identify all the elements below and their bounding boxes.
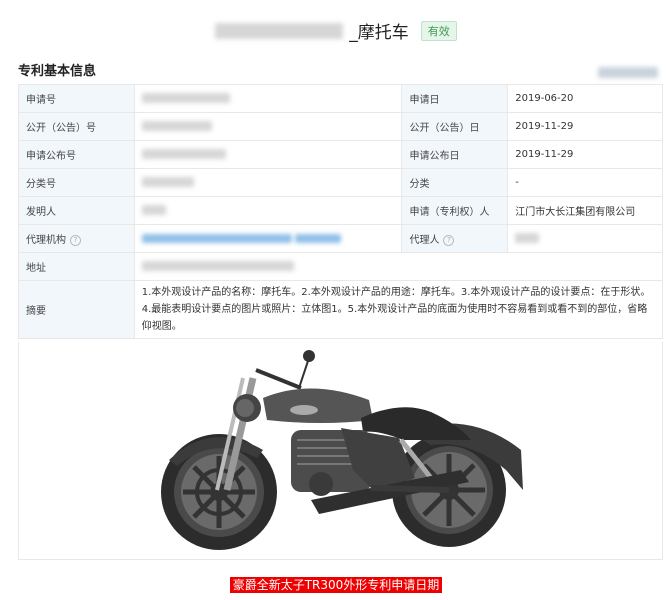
table-row: 代理机构? 代理人? <box>18 224 663 253</box>
agency-value[interactable] <box>133 224 403 253</box>
applicant-link[interactable]: 江门市大长江集团有限公司 <box>507 196 663 225</box>
agent-label-cell: 代理人? <box>401 224 509 253</box>
agent-label: 代理人 <box>409 235 440 246</box>
inventor-value <box>133 196 403 225</box>
motorcycle-image <box>161 350 523 550</box>
app-publication-number-label: 申请公布号 <box>18 140 135 169</box>
publication-number-value <box>133 112 403 141</box>
status-badge: 有效 <box>420 20 457 41</box>
patent-title: _摩托车 <box>349 23 409 43</box>
classification-number-value <box>133 168 403 197</box>
table-row: 地址 <box>18 252 664 281</box>
section-title: 专利基本信息 <box>18 64 97 79</box>
agency-label-cell: 代理机构? <box>18 224 135 253</box>
application-number-value <box>133 84 403 113</box>
table-row: 申请公布号 申请公布日 2019-11-29 <box>18 140 663 169</box>
address-value <box>133 252 664 281</box>
patent-drawing-area <box>18 342 663 560</box>
application-number-label: 申请号 <box>18 84 135 113</box>
app-publication-date-value: 2019-11-29 <box>507 140 663 169</box>
caption-row: 豪爵全新太子TR300外形专利申请日期 <box>0 574 672 593</box>
publication-date-value: 2019-11-29 <box>507 112 663 141</box>
application-date-value: 2019-06-20 <box>507 84 663 113</box>
publication-date-label: 公开（公告）日 <box>401 112 509 141</box>
patent-info-table: 申请号 申请日 2019-06-20 公开（公告）号 公开（公告）日 2019-… <box>18 84 664 339</box>
address-label: 地址 <box>18 252 135 281</box>
patent-title-row: _摩托车 有效 <box>0 18 672 44</box>
table-row: 申请号 申请日 2019-06-20 <box>18 84 663 113</box>
agent-value <box>507 224 663 253</box>
app-publication-date-label: 申请公布日 <box>401 140 509 169</box>
redacted-section-action <box>598 62 658 81</box>
table-row: 发明人 申请（专利权）人 江门市大长江集团有限公司 <box>18 196 663 225</box>
app-publication-number-value <box>133 140 403 169</box>
classification-label: 分类 <box>401 168 509 197</box>
table-row: 分类号 分类 - <box>18 168 663 197</box>
caption: 豪爵全新太子TR300外形专利申请日期 <box>229 577 443 593</box>
help-circle-icon[interactable]: ? <box>443 234 455 246</box>
abstract-text: 1.本外观设计产品的名称：摩托车。2.本外观设计产品的用途：摩托车。3.本外观设… <box>133 280 664 339</box>
agency-label: 代理机构 <box>26 235 66 246</box>
inventor-label: 发明人 <box>18 196 135 225</box>
classification-value: - <box>507 168 663 197</box>
help-circle-icon[interactable]: ? <box>70 234 81 246</box>
table-row: 公开（公告）号 公开（公告）日 2019-11-29 <box>18 112 663 141</box>
redacted-patent-number <box>215 22 344 39</box>
application-date-label: 申请日 <box>401 84 509 113</box>
publication-number-label: 公开（公告）号 <box>18 112 135 141</box>
applicant-label: 申请（专利权）人 <box>401 196 509 225</box>
table-row: 摘要 1.本外观设计产品的名称：摩托车。2.本外观设计产品的用途：摩托车。3.本… <box>18 280 664 339</box>
abstract-label: 摘要 <box>18 280 135 339</box>
classification-number-label: 分类号 <box>18 168 135 197</box>
